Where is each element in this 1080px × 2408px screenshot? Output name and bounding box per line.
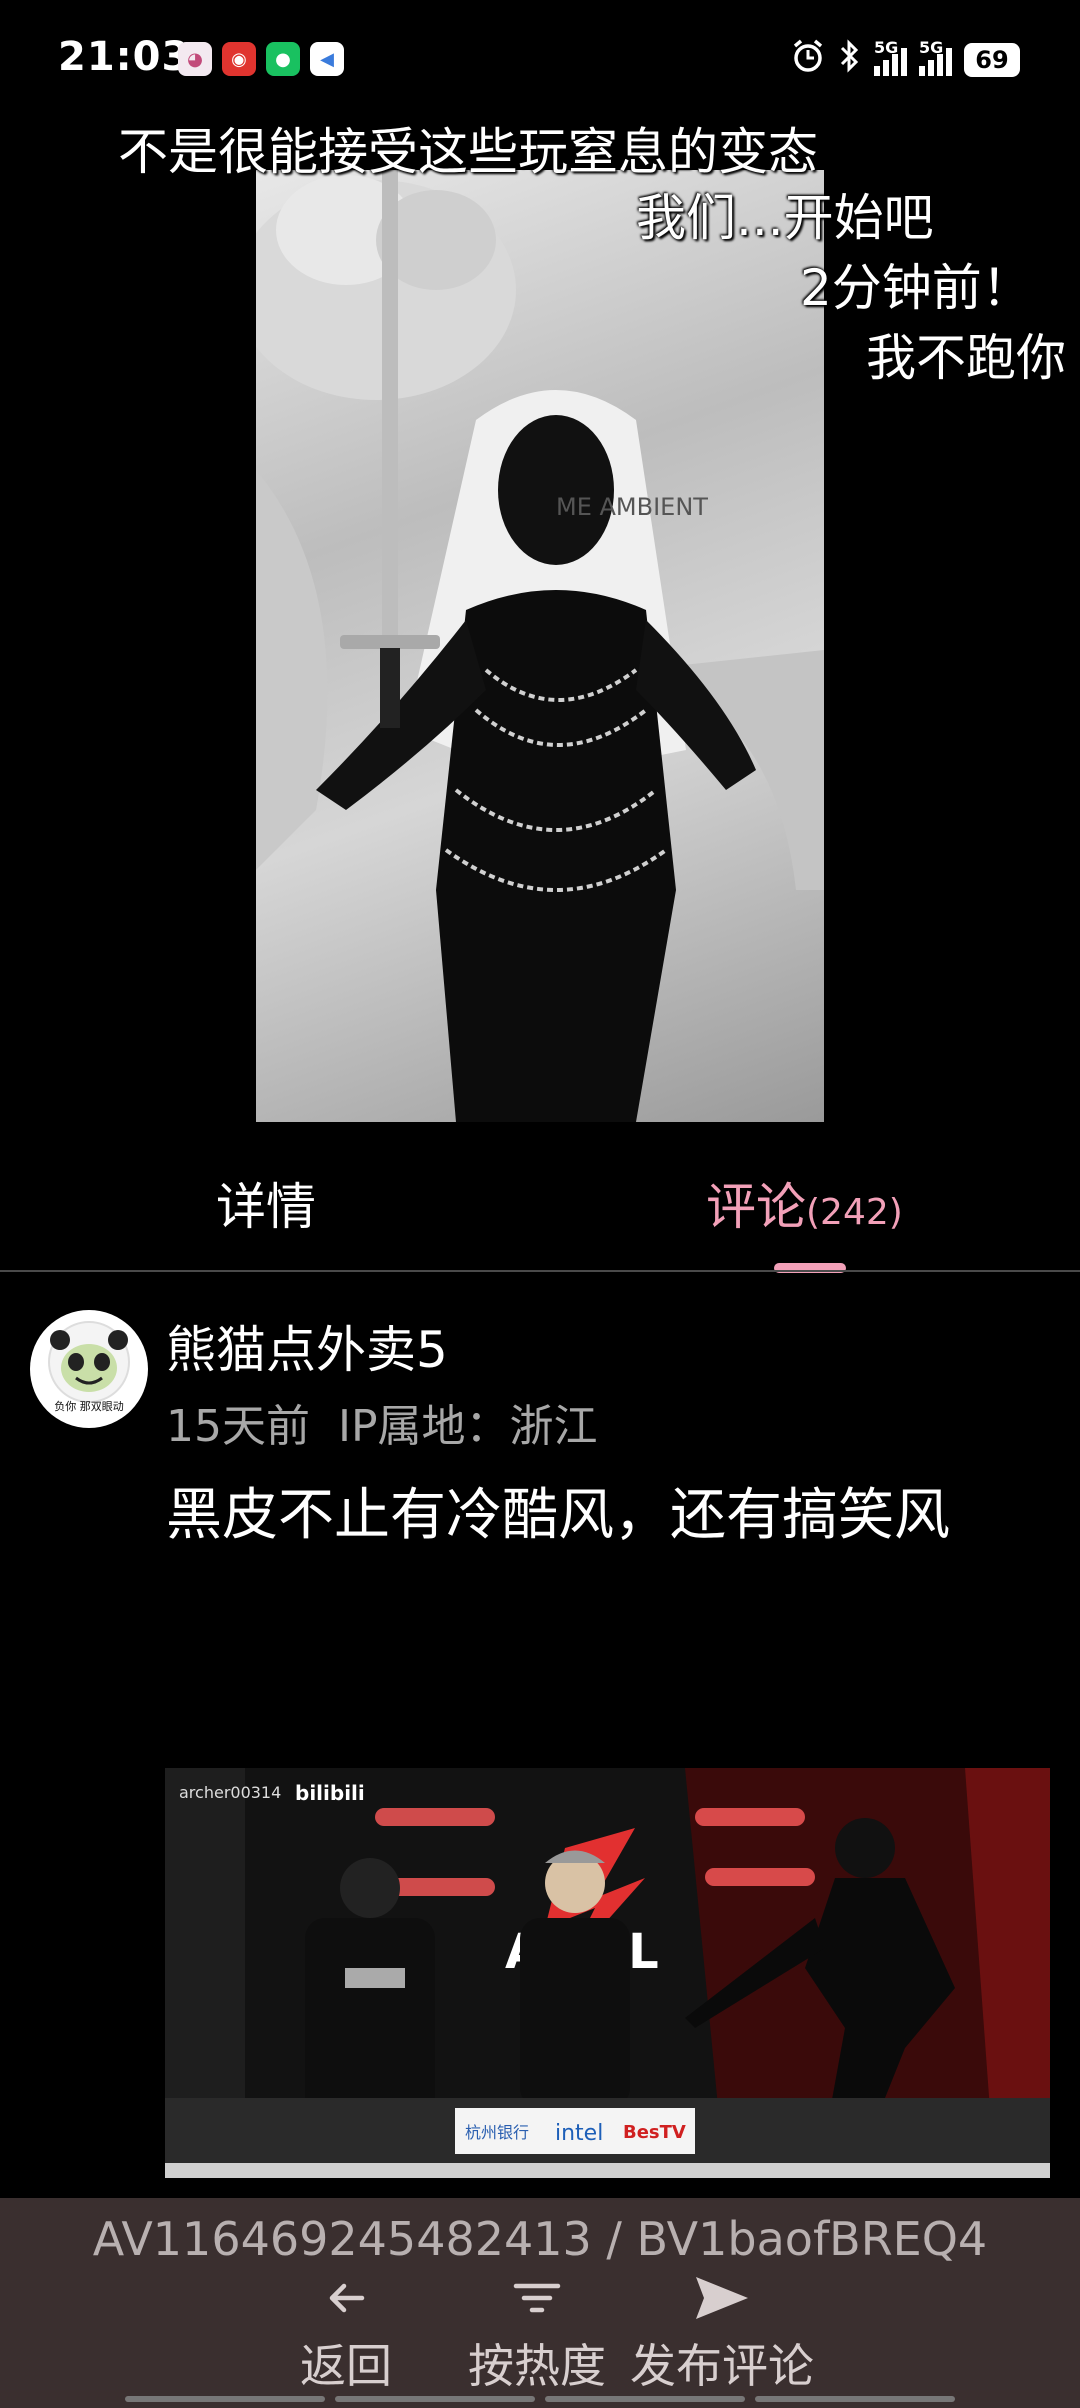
back-label: 返回 — [300, 2339, 392, 2393]
danmaku-comment: 2分钟前！ — [800, 259, 1032, 317]
comment-image[interactable]: AWPL 杭州银行 intel BesTV archer00314 bilibi… — [165, 1768, 1050, 2178]
status-bar: 21:03 ◕ ◉ ● ◀ 5G 5G 69 — [0, 0, 1080, 120]
tab-divider — [0, 1270, 1080, 1272]
comment-text: 黑皮不止有冷酷风，还有搞笑风 — [166, 1483, 950, 1548]
notification-icons: ◕ ◉ ● ◀ — [178, 42, 344, 76]
signal-5g-icon: 5G — [874, 38, 907, 76]
sponsor-bestv: BesTV — [623, 2122, 686, 2143]
danmaku-comment: 我们...开始吧 — [636, 189, 934, 247]
comment-time: 15天前 — [166, 1401, 310, 1452]
tab-comments-label: 评论 — [706, 1178, 806, 1236]
tab-detail-label: 详情 — [216, 1178, 316, 1236]
battery-icon: 69 — [964, 42, 1020, 77]
tab-comments[interactable]: 评论(242) — [706, 1167, 903, 1239]
sponsor-bank: 杭州银行 — [465, 2123, 529, 2142]
video-player[interactable]: ME AMBIENT — [256, 170, 824, 1122]
danmaku-comment: 我不跑你 — [866, 329, 1066, 387]
comment-meta: 15天前 IP属地：浙江 — [166, 1390, 598, 1454]
wechat-icon: ● — [266, 42, 300, 76]
anime-app-icon: ◕ — [178, 42, 212, 76]
post-comment-label: 发布评论 — [630, 2339, 814, 2393]
send-icon — [692, 2268, 752, 2328]
sort-icon — [512, 2268, 562, 2328]
comment-ip: IP属地：浙江 — [337, 1401, 598, 1452]
sort-label: 按热度 — [468, 2339, 606, 2393]
image-logo: bilibili — [295, 1781, 365, 1805]
signal-5g-icon-2: 5G — [919, 38, 952, 76]
netease-music-icon: ◉ — [222, 42, 256, 76]
arrow-left-icon — [324, 2268, 368, 2328]
video-ids: AV116469245482413 / BV1baofBREQ4 — [92, 2212, 988, 2266]
sort-by-hot-button[interactable]: 按热度 — [468, 2268, 606, 2396]
status-time: 21:03 — [58, 34, 191, 80]
image-uploader: archer00314 — [179, 1783, 281, 1802]
comment-username[interactable]: 熊猫点外卖5 — [166, 1310, 448, 1382]
alarm-icon — [790, 38, 826, 81]
tab-bar: 详情 评论(242) — [0, 1135, 1080, 1270]
bluetooth-icon — [838, 38, 862, 81]
voice-app-icon: ◀ — [310, 42, 344, 76]
back-button[interactable]: 返回 — [300, 2268, 392, 2396]
sponsor-intel: intel — [555, 2121, 603, 2146]
video-watermark: ME AMBIENT — [556, 493, 708, 521]
avatar-caption: 负你 那双眼动 — [54, 1399, 124, 1413]
video-frame-artwork: ME AMBIENT — [256, 170, 824, 1122]
avatar[interactable]: 负你 那双眼动 — [30, 1310, 148, 1428]
bottom-bar: AV116469245482413 / BV1baofBREQ4 返回 按热度 … — [0, 2198, 1080, 2408]
tab-comments-count: (242) — [806, 1192, 903, 1233]
system-status: 5G 5G 69 — [790, 38, 1020, 81]
danmaku-comment: 不是很能接受这些玩窒息的变态 — [118, 123, 818, 181]
home-indicator — [0, 2396, 1080, 2402]
bottom-actions: 返回 按热度 发布评论 — [0, 2268, 1080, 2408]
post-comment-button[interactable]: 发布评论 — [630, 2268, 814, 2396]
tab-detail[interactable]: 详情 — [216, 1167, 316, 1239]
